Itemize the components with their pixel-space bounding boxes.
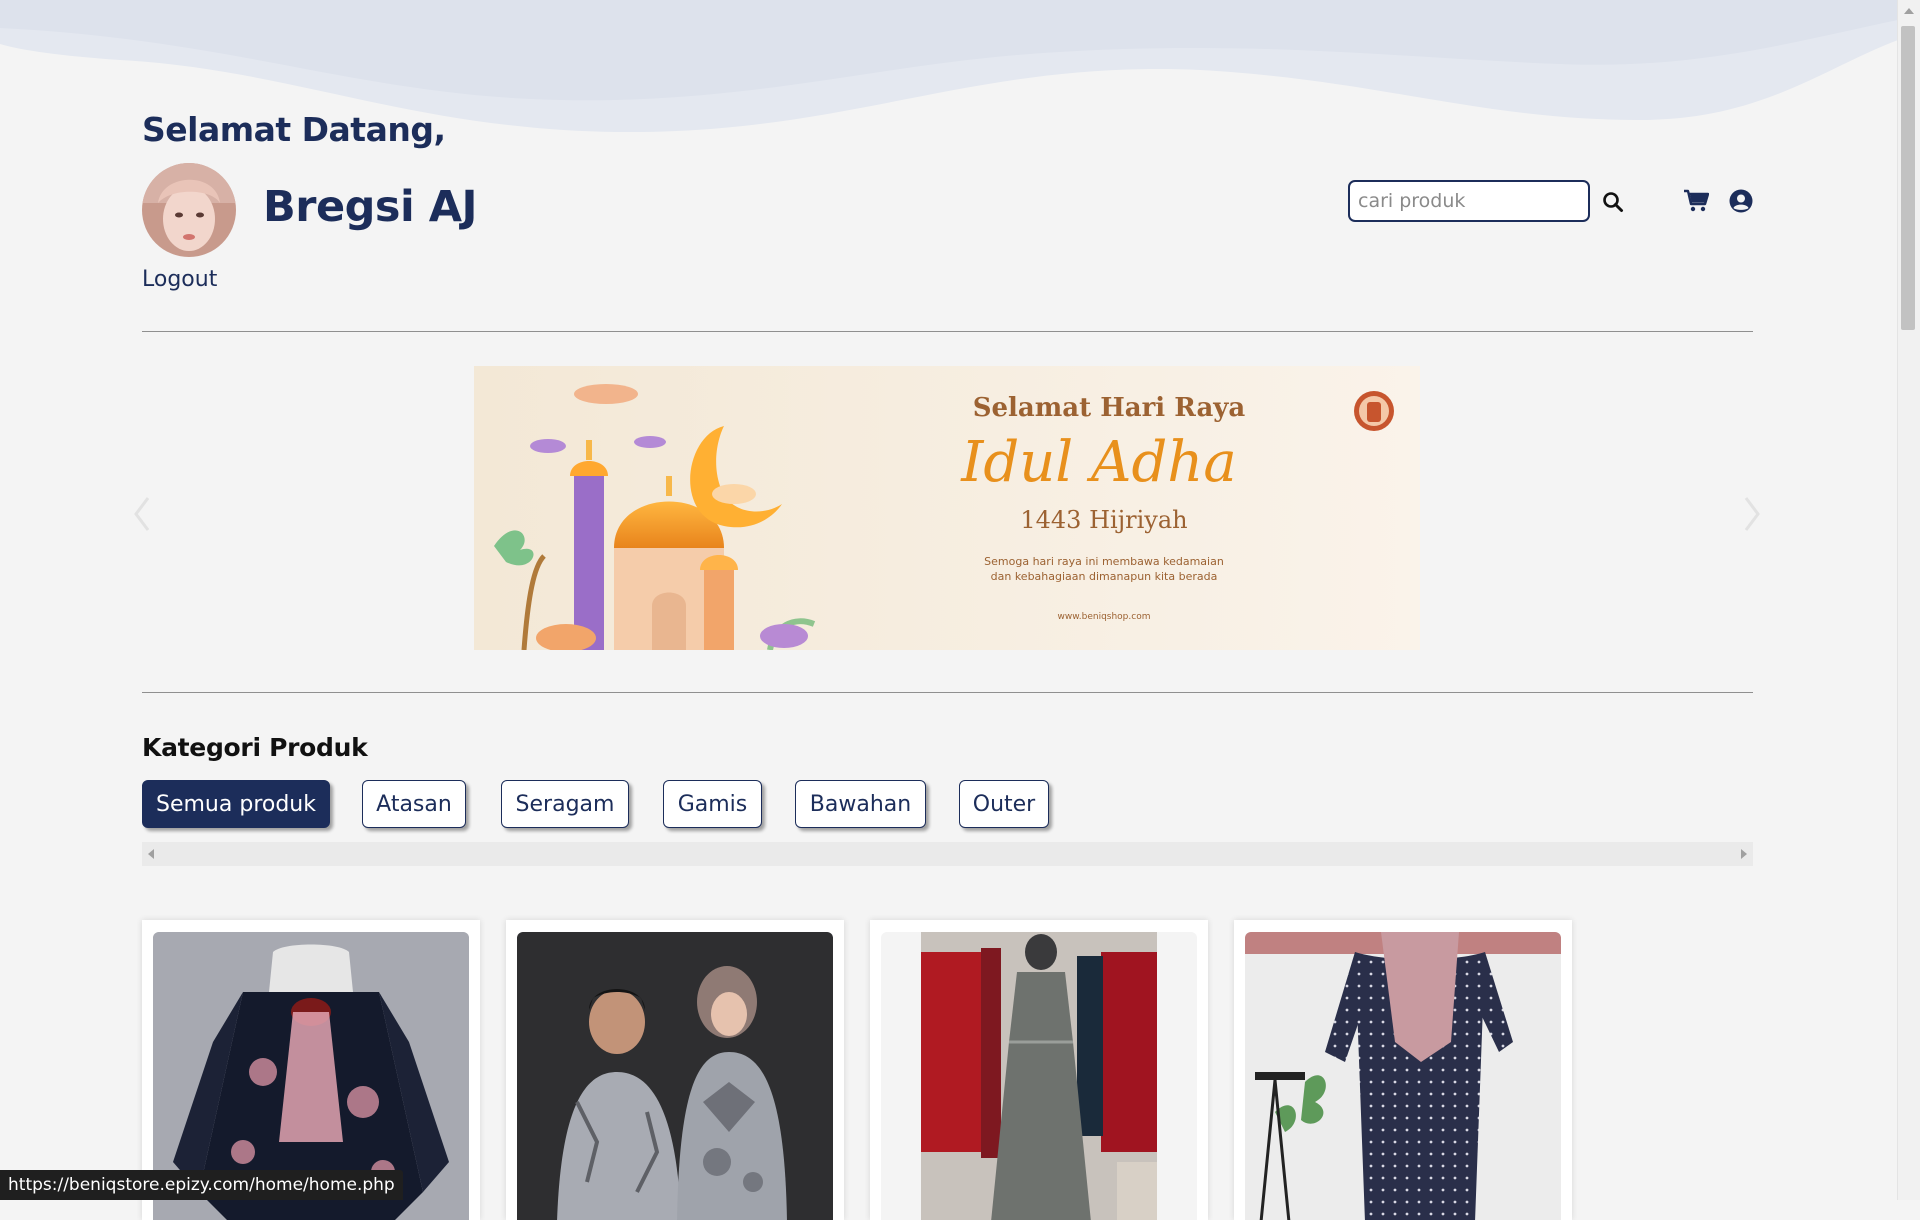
search-input[interactable] <box>1348 180 1590 222</box>
banner-line-1: Selamat Hari Raya <box>973 393 1246 423</box>
category-section-title: Kategori Produk <box>142 733 368 762</box>
product-card[interactable] <box>1234 920 1572 1220</box>
scroll-right-icon[interactable] <box>1741 849 1747 859</box>
vertical-scrollbar[interactable] <box>1897 0 1920 1200</box>
avatar <box>142 163 236 257</box>
browser-status-bar: https://beniqstore.epizy.com/home/home.p… <box>0 1170 403 1200</box>
user-account-icon[interactable] <box>1729 189 1753 213</box>
cart-icon[interactable] <box>1683 189 1710 213</box>
carousel-prev-icon[interactable] <box>132 496 152 532</box>
product-card[interactable] <box>870 920 1208 1220</box>
brand-logo-icon <box>1354 391 1394 431</box>
category-chip-semua-produk[interactable]: Semua produk <box>142 780 330 828</box>
category-chip-gamis[interactable]: Gamis <box>663 780 762 828</box>
scroll-left-icon[interactable] <box>148 849 154 859</box>
banner-divider <box>142 692 1753 693</box>
username: Bregsi AJ <box>263 182 478 232</box>
category-horizontal-scrollbar[interactable] <box>142 842 1753 866</box>
category-chip-outer[interactable]: Outer <box>959 780 1049 828</box>
couple-batik-photo-icon <box>517 932 833 1220</box>
category-chip-seragam[interactable]: Seragam <box>501 780 629 828</box>
banner-line-2: Idul Adha <box>960 430 1237 495</box>
banner-url: www.beniqshop.com <box>1058 612 1151 622</box>
carousel-next-icon[interactable] <box>1742 496 1762 532</box>
scroll-up-icon[interactable] <box>1904 8 1914 14</box>
category-chip-bawahan[interactable]: Bawahan <box>795 780 926 828</box>
header-divider <box>142 331 1753 332</box>
search-icon[interactable] <box>1602 191 1624 213</box>
gown-photo-icon <box>881 932 1197 1220</box>
category-chip-atasan[interactable]: Atasan <box>362 780 466 828</box>
logout-link[interactable]: Logout <box>142 267 217 292</box>
welcome-heading: Selamat Datang, <box>142 110 446 149</box>
scrollbar-thumb[interactable] <box>1901 26 1915 330</box>
polkadot-dress-photo-icon <box>1245 932 1561 1220</box>
banner-line-5: dan kebahagiaan dimanapun kita berada <box>991 570 1218 583</box>
banner-line-4: Semoga hari raya ini membawa kedamaian <box>984 555 1224 568</box>
banner-line-3: 1443 Hijriyah <box>1020 506 1187 534</box>
promo-banner[interactable]: Selamat Hari Raya Idul Adha 1443 Hijriya… <box>474 366 1420 650</box>
product-card[interactable] <box>506 920 844 1220</box>
